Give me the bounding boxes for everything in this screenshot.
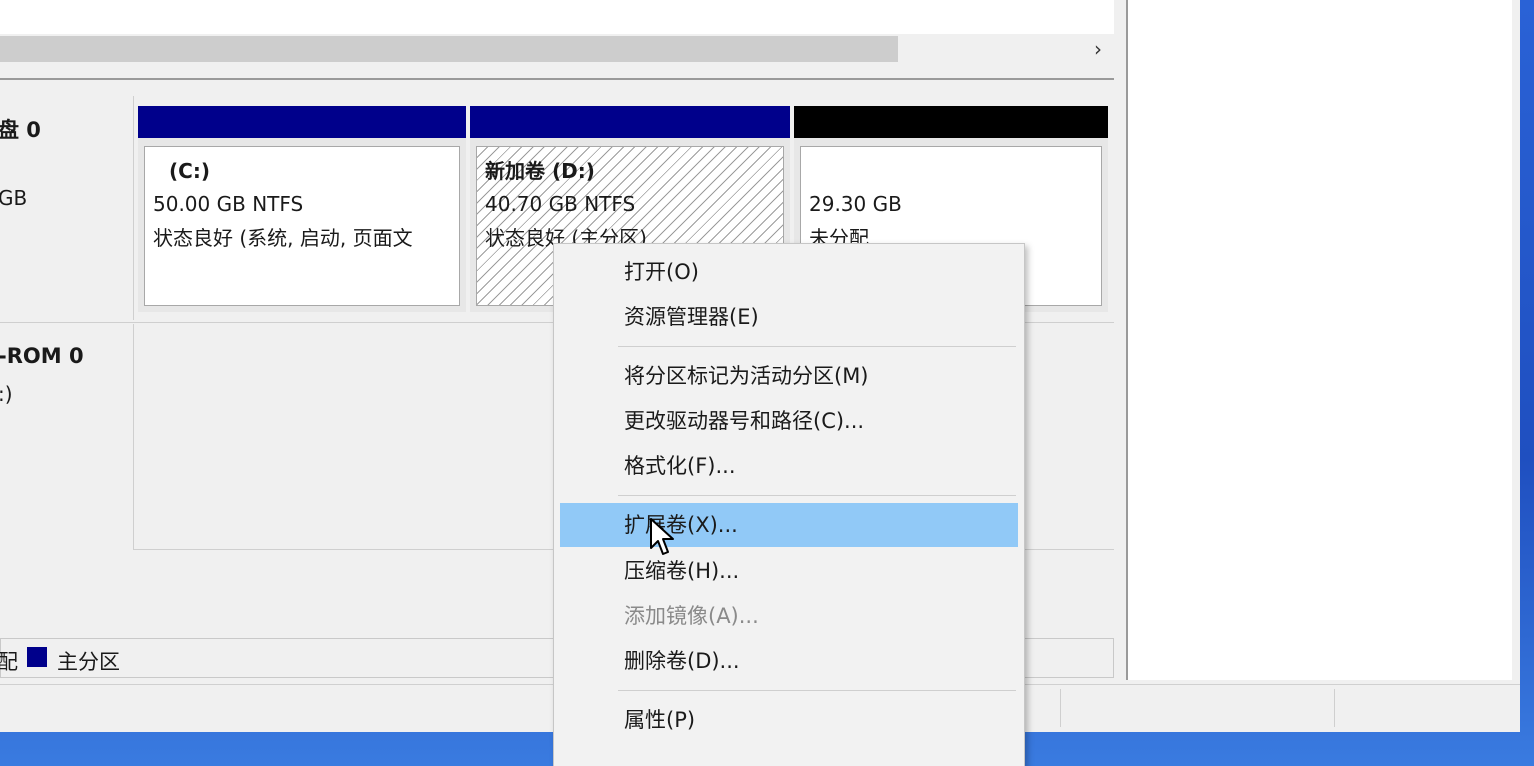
partition-status: 状态良好 (系统, 启动, 页面文: [153, 226, 413, 250]
disk-0-size: GB: [0, 186, 28, 210]
legend-unallocated-label: 配: [0, 650, 18, 674]
status-divider: [1060, 689, 1061, 727]
partition-name: (C:): [169, 159, 210, 183]
mouse-pointer-icon: [650, 518, 674, 555]
menu-separator: [618, 495, 1016, 496]
partition-size: 40.70 GB NTFS: [485, 192, 636, 216]
menu-item-explore[interactable]: 资源管理器(E): [560, 295, 1018, 339]
menu-item-shrink-volume[interactable]: 压缩卷(H)...: [560, 549, 1018, 593]
partition-c[interactable]: (C:) 50.00 GB NTFS 状态良好 (系统, 启动, 页面文: [138, 106, 466, 312]
action-pane[interactable]: [1126, 0, 1512, 680]
scrollbar-thumb[interactable]: [0, 36, 898, 62]
disk-0-label[interactable]: 盘 0 GB: [0, 96, 134, 320]
partition-d-bar: [470, 106, 790, 138]
menu-item-delete-volume[interactable]: 删除卷(D)...: [560, 639, 1018, 683]
primary-partition-swatch: [27, 647, 47, 667]
pane-divider[interactable]: [0, 64, 1114, 80]
cdrom-0-label[interactable]: -ROM 0 :): [0, 324, 134, 550]
menu-item-mark-active[interactable]: 将分区标记为活动分区(M): [560, 354, 1018, 398]
volume-list[interactable]: [0, 0, 1114, 34]
status-divider: [1334, 689, 1335, 727]
partition-size: 29.30 GB: [809, 192, 902, 216]
disk-0-title: 盘 0: [0, 118, 41, 142]
menu-item-open[interactable]: 打开(O): [560, 250, 1018, 294]
menu-item-format[interactable]: 格式化(F)...: [560, 444, 1018, 488]
partition-c-body[interactable]: (C:) 50.00 GB NTFS 状态良好 (系统, 启动, 页面文: [144, 146, 460, 306]
menu-item-change-drive-letter[interactable]: 更改驱动器号和路径(C)...: [560, 399, 1018, 443]
cdrom-sub: :): [0, 382, 13, 406]
menu-item-add-mirror: 添加镜像(A)...: [624, 604, 759, 628]
unallocated-bar: [794, 106, 1108, 138]
menu-separator: [618, 690, 1016, 691]
partition-name: [809, 155, 1093, 187]
menu-separator: [618, 346, 1016, 347]
menu-item-extend-volume[interactable]: 扩展卷(X)...: [560, 503, 1018, 547]
horizontal-scrollbar[interactable]: ›: [0, 34, 1114, 64]
cdrom-title: -ROM 0: [0, 344, 84, 368]
menu-item-properties[interactable]: 属性(P): [560, 698, 1018, 742]
partition-size: 50.00 GB NTFS: [153, 192, 304, 216]
chevron-right-icon[interactable]: ›: [1088, 37, 1108, 61]
partition-c-bar: [138, 106, 466, 138]
legend-primary-label: 主分区: [57, 650, 120, 674]
context-menu: 打开(O) 资源管理器(E) 将分区标记为活动分区(M) 更改驱动器号和路径(C…: [553, 243, 1025, 766]
partition-name: 新加卷 (D:): [485, 159, 595, 183]
